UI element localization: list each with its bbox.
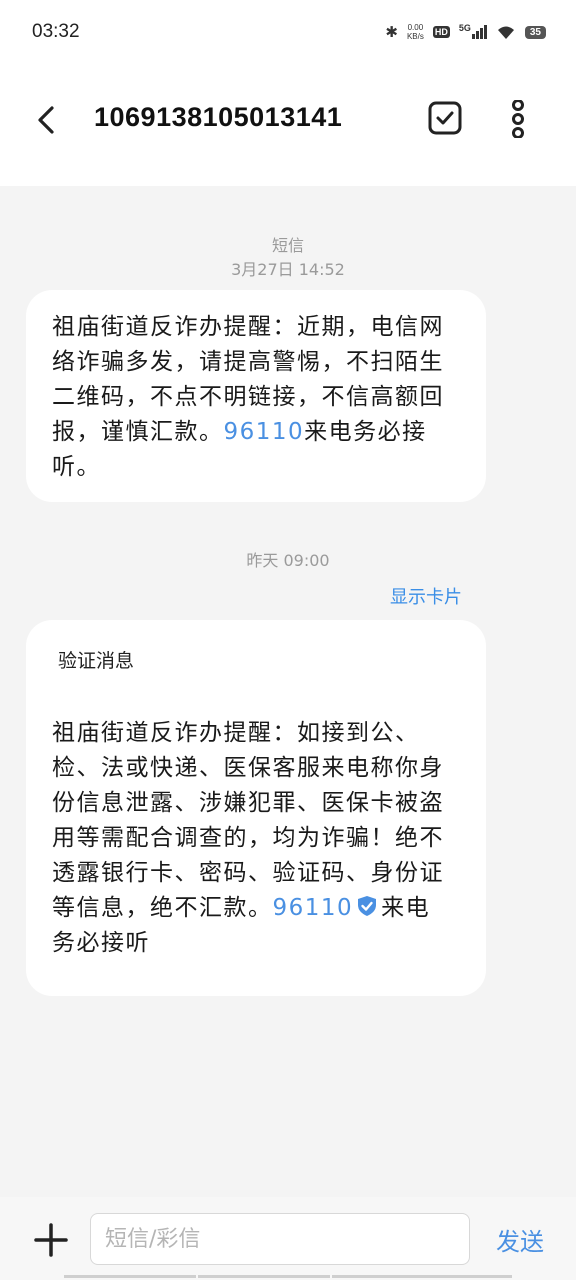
- plus-icon: [34, 1223, 68, 1257]
- contact-title: 1069138105013141: [94, 102, 343, 132]
- more-options-button[interactable]: [506, 99, 530, 139]
- checkbox-icon: [428, 101, 462, 135]
- bluetooth-icon: ✱: [385, 23, 398, 41]
- message-card-title: 验证消息: [58, 650, 135, 672]
- message-text: 祖庙街道反诈办提醒：近期，电信网 络诈骗多发，请提高警惕，不扫陌生 二维码，不点…: [52, 310, 472, 485]
- status-bar: 03:32 ✱ 0.00 KB/s HD 5G 35: [0, 0, 576, 66]
- nav-indicator: [198, 1275, 330, 1278]
- nav-indicator: [332, 1275, 512, 1278]
- status-icons: ✱ 0.00 KB/s HD 5G 35: [385, 22, 546, 42]
- message-input[interactable]: [90, 1213, 470, 1265]
- select-messages-button[interactable]: [427, 100, 463, 136]
- message-bubble[interactable]: 祖庙街道反诈办提醒：近期，电信网 络诈骗多发，请提高警惕，不扫陌生 二维码，不点…: [26, 290, 486, 502]
- verified-shield-icon: [358, 896, 377, 916]
- message-type-label: 短信: [271, 236, 304, 255]
- more-vertical-icon: [512, 99, 524, 139]
- network-speed-unit: KB/s: [406, 32, 424, 41]
- signal-icon: 5G: [458, 23, 487, 39]
- phone-number-link[interactable]: 96110: [273, 895, 354, 921]
- add-attachment-button[interactable]: [33, 1222, 69, 1258]
- message-text-part: 祖庙街道反诈办提醒：如接到公、 检、法或快递、医保客服来电称你身 份信息泄露、涉…: [52, 720, 444, 921]
- battery-icon: 35: [524, 25, 546, 39]
- wifi-icon: [497, 26, 514, 39]
- show-card-link[interactable]: 显示卡片: [390, 583, 462, 609]
- network-speed: 0.00 KB/s: [407, 23, 424, 41]
- hd-badge: HD: [432, 26, 450, 38]
- message-timestamp: 昨天 09:00: [246, 551, 330, 570]
- chevron-left-icon: [38, 106, 54, 134]
- phone-number-link[interactable]: 96110: [224, 419, 305, 445]
- back-button[interactable]: [30, 100, 64, 140]
- network-speed-value: 0.00: [407, 23, 424, 32]
- send-button[interactable]: 发送: [496, 1222, 544, 1257]
- message-timestamp: 3月27日 14:52: [231, 260, 345, 279]
- message-text: 祖庙街道反诈办提醒：如接到公、 检、法或快递、医保客服来电称你身 份信息泄露、涉…: [52, 716, 472, 961]
- status-time: 03:32: [32, 21, 80, 42]
- nav-indicator: [64, 1275, 196, 1278]
- top-bar: 03:32 ✱ 0.00 KB/s HD 5G 35 1069138105013…: [0, 0, 576, 186]
- network-label: 5G: [458, 23, 471, 33]
